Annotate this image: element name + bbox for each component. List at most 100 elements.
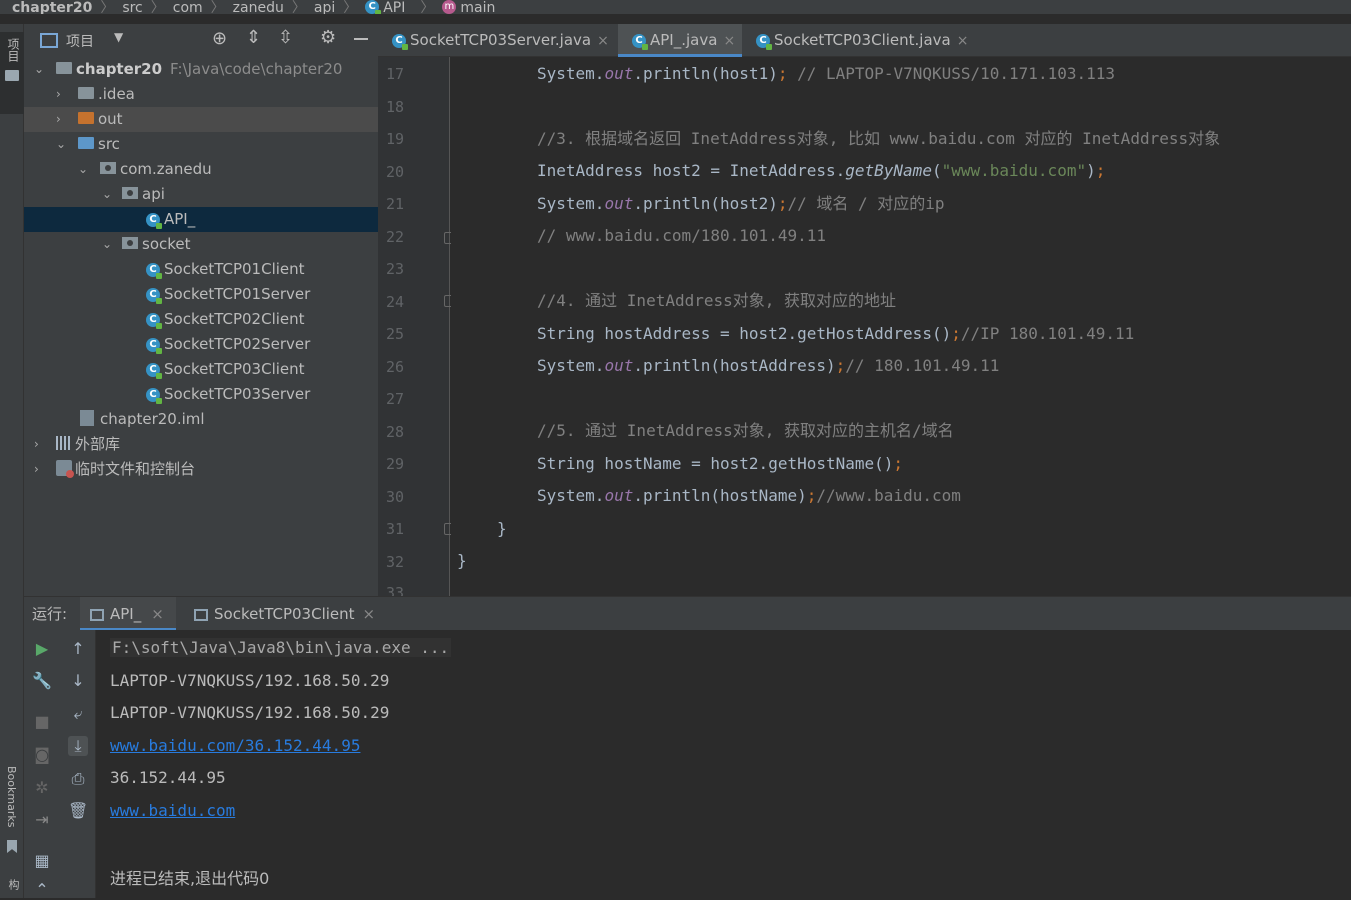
console-icon bbox=[194, 608, 208, 621]
console-link[interactable]: www.baidu.com bbox=[110, 801, 235, 820]
class-icon: C bbox=[146, 312, 162, 329]
chevron-right-icon[interactable]: › bbox=[34, 438, 44, 450]
tree-row-api-class[interactable]: C API_ bbox=[24, 207, 378, 232]
close-icon[interactable]: × bbox=[597, 33, 609, 49]
tree-label: SocketTCP01Server bbox=[164, 285, 311, 303]
arrow-up-icon[interactable]: ↑ bbox=[68, 639, 88, 659]
class-icon: C bbox=[146, 212, 162, 229]
breadcrumb-item[interactable]: main bbox=[460, 1, 495, 14]
settings-icon[interactable]: ✲ bbox=[32, 778, 52, 798]
tree-row-src[interactable]: ⌄ src bbox=[24, 132, 378, 157]
wrench-icon[interactable]: 🔧 bbox=[32, 671, 52, 691]
console-link[interactable]: www.baidu.com/36.152.44.95 bbox=[110, 736, 360, 755]
chevron-down-icon[interactable]: ▼ bbox=[114, 30, 123, 44]
breadcrumb-item[interactable]: com bbox=[173, 1, 203, 14]
breadcrumb-item[interactable]: chapter20 bbox=[12, 1, 92, 14]
folder-icon bbox=[5, 70, 19, 81]
close-icon[interactable]: × bbox=[723, 33, 735, 49]
chevron-down-icon[interactable]: ⌄ bbox=[102, 238, 112, 250]
chevron-right-icon[interactable]: › bbox=[56, 113, 66, 125]
chevron-down-icon[interactable]: ⌄ bbox=[56, 138, 66, 150]
locate-icon[interactable]: ⊕ bbox=[212, 28, 227, 49]
chevron-down-icon[interactable]: ⌄ bbox=[78, 163, 88, 175]
line-number: 27 bbox=[385, 390, 404, 408]
line-number: 21 bbox=[385, 195, 404, 213]
tree-row-class[interactable]: C SocketTCP03Server bbox=[24, 382, 378, 407]
chevron-right-icon[interactable]: › bbox=[56, 88, 66, 100]
tree-row-out[interactable]: › out bbox=[24, 107, 378, 132]
tree-label: SocketTCP02Client bbox=[164, 310, 305, 328]
module-folder-icon bbox=[56, 61, 72, 74]
tree-label: API_ bbox=[164, 210, 196, 228]
tree-row-class[interactable]: C SocketTCP01Server bbox=[24, 282, 378, 307]
run-tab-client[interactable]: SocketTCP03Client × bbox=[186, 597, 375, 631]
scroll-to-end-icon[interactable]: ⤓ bbox=[68, 736, 88, 756]
source-folder-icon bbox=[78, 136, 94, 149]
code-editor[interactable]: System.out.println(host1); // LAPTOP-V7N… bbox=[451, 57, 1351, 596]
line-number: 24 bbox=[385, 293, 404, 311]
project-tool-tab[interactable]: 项目 bbox=[0, 32, 24, 114]
tree-row-com-zanedu[interactable]: ⌄ com.zanedu bbox=[24, 157, 378, 182]
close-icon[interactable]: × bbox=[151, 605, 164, 623]
close-icon[interactable]: × bbox=[957, 33, 969, 49]
tree-row-idea[interactable]: › .idea bbox=[24, 82, 378, 107]
tree-label: SocketTCP02Server bbox=[164, 335, 311, 353]
console-exit-message: 进程已结束,退出代码0 bbox=[110, 869, 270, 888]
code-line-30: System.out.println(hostName);//www.baidu… bbox=[537, 486, 961, 505]
tree-label: chapter20.iml bbox=[100, 410, 205, 428]
tab-api-java[interactable]: C API_.java × bbox=[618, 24, 742, 57]
tree-row-api[interactable]: ⌄ api bbox=[24, 182, 378, 207]
tree-row-class[interactable]: C SocketTCP01Client bbox=[24, 257, 378, 282]
left-tool-strip: 项目 Bookmarks 结构 bbox=[0, 24, 36, 898]
breadcrumb-item[interactable]: zanedu bbox=[233, 1, 284, 14]
expand-all-icon[interactable]: ⇕ bbox=[246, 27, 261, 48]
print-icon[interactable]: ⎙ bbox=[68, 769, 88, 789]
chevron-down-icon[interactable]: ⌄ bbox=[34, 63, 44, 75]
tab-label: SocketTCP03Server.java bbox=[410, 31, 592, 49]
class-icon: C bbox=[365, 0, 382, 14]
code-line-25: String hostAddress = host2.getHostAddres… bbox=[537, 324, 1135, 343]
tree-row-socket[interactable]: ⌄ socket bbox=[24, 232, 378, 257]
root-name: chapter20 bbox=[76, 60, 163, 78]
collapse-all-icon[interactable]: ⇳ bbox=[278, 27, 293, 48]
chevron-right-icon[interactable]: › bbox=[34, 463, 44, 475]
chevron-down-icon[interactable]: ⌄ bbox=[102, 188, 112, 200]
class-icon: C bbox=[146, 287, 162, 304]
tree-row-iml[interactable]: chapter20.iml bbox=[24, 407, 378, 432]
tree-label: api bbox=[142, 185, 165, 203]
stop-icon[interactable]: ■ bbox=[32, 712, 52, 732]
bookmarks-tool-label[interactable]: Bookmarks bbox=[5, 766, 18, 827]
breadcrumb-item[interactable]: API_ bbox=[383, 1, 412, 14]
layout-icon[interactable]: ▦ bbox=[32, 851, 52, 871]
tab-socket-tcp03-client[interactable]: C SocketTCP03Client.java × bbox=[742, 24, 982, 57]
minimize-icon[interactable] bbox=[354, 38, 368, 40]
tree-row-external-libs[interactable]: › 外部库 bbox=[24, 432, 378, 457]
pin-icon[interactable]: ⌃ bbox=[32, 880, 52, 900]
run-panel-label: 运行: bbox=[32, 605, 68, 623]
exit-icon[interactable]: ⇥ bbox=[32, 810, 52, 830]
close-icon[interactable]: × bbox=[363, 605, 376, 623]
tree-row-scratches[interactable]: › 临时文件和控制台 bbox=[24, 457, 378, 482]
tree-label: com.zanedu bbox=[120, 160, 212, 178]
tree-row-class[interactable]: C SocketTCP02Server bbox=[24, 332, 378, 357]
run-toolbar-left: ▶ 🔧 ■ ◙ ✲ ⇥ ▦ ⌃ bbox=[24, 630, 60, 900]
tree-row-class[interactable]: C SocketTCP03Client bbox=[24, 357, 378, 382]
arrow-down-icon[interactable]: ↓ bbox=[68, 671, 88, 691]
breadcrumb-item[interactable]: src bbox=[122, 1, 142, 14]
tab-socket-tcp03-server[interactable]: C SocketTCP03Server.java × bbox=[378, 24, 618, 57]
line-number: 30 bbox=[385, 488, 404, 506]
line-number: 22 bbox=[385, 228, 404, 246]
tree-row-root[interactable]: ⌄ chapter20 F:\Java\code\chapter20 bbox=[24, 57, 378, 82]
rerun-icon[interactable]: ▶ bbox=[32, 639, 52, 659]
camera-icon[interactable]: ◙ bbox=[32, 745, 52, 765]
breadcrumb-item[interactable]: api bbox=[314, 1, 335, 14]
trash-icon[interactable]: 🗑 bbox=[68, 801, 88, 821]
run-tab-api[interactable]: API_ × bbox=[80, 597, 176, 631]
code-line-21: System.out.println(host2);// 域名 / 对应的ip bbox=[537, 194, 945, 213]
bookmark-icon[interactable] bbox=[7, 840, 17, 853]
tree-label: socket bbox=[142, 235, 191, 253]
console-output[interactable]: F:\soft\Java\Java8\bin\java.exe ... LAPT… bbox=[96, 630, 1351, 898]
soft-wrap-icon[interactable]: ⤶ bbox=[68, 704, 88, 724]
gear-icon[interactable]: ⚙ bbox=[320, 27, 336, 48]
tree-row-class[interactable]: C SocketTCP02Client bbox=[24, 307, 378, 332]
